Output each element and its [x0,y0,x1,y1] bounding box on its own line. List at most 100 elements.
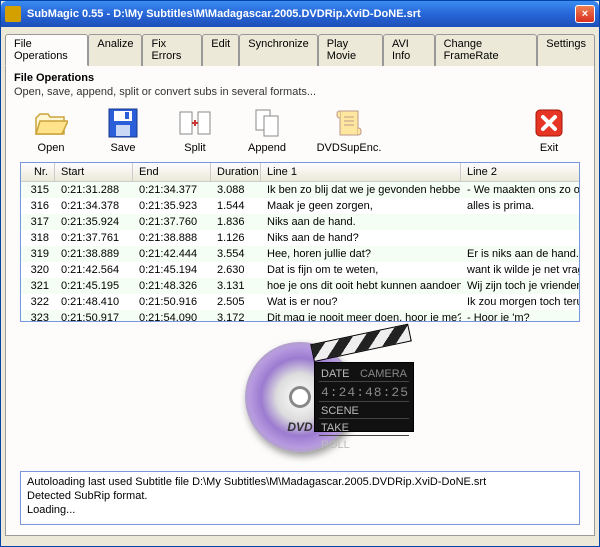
dvdsupenc-label: DVDSupEnc. [317,142,382,154]
split-label: Split [184,142,205,154]
cell-line2: Er is niks aan de hand. [461,247,580,261]
cell-duration: 2.630 [211,263,261,277]
cell-duration: 3.554 [211,247,261,261]
table-row[interactable]: 3170:21:35.9240:21:37.7601.836Niks aan d… [21,214,580,230]
log-line: Autoloading last used Subtitle file D:\M… [27,476,573,490]
save-label: Save [110,142,135,154]
table-row[interactable]: 3230:21:50.9170:21:54.0903.172Dit mag je… [21,310,580,322]
cell-nr: 322 [21,295,55,309]
cell-nr: 318 [21,231,55,245]
tab-panel: File Operations Open, save, append, spli… [5,66,595,536]
cell-line1: Maak je geen zorgen, [261,199,461,213]
cell-line1: hoe je ons dit ooit hebt kunnen aandoen? [261,279,461,293]
cell-nr: 323 [21,311,55,322]
open-label: Open [38,142,65,154]
cell-duration: 1.836 [211,215,261,229]
cell-line1: Ik ben zo blij dat we je gevonden hebben… [261,183,461,197]
table-row[interactable]: 3190:21:38.8890:21:42.4443.554Hee, horen… [21,246,580,262]
tab-edit[interactable]: Edit [202,34,239,66]
cell-line1: Wat is er nou? [261,295,461,309]
col-line2[interactable]: Line 2 [461,163,580,181]
col-start[interactable]: Start [55,163,133,181]
scroll-icon [332,106,366,140]
window-title: SubMagic 0.55 - D:\My Subtitles\M\Madaga… [27,8,575,20]
cell-end: 0:21:34.377 [133,183,211,197]
exit-icon [532,106,566,140]
log-line: Loading... [27,504,573,518]
exit-button[interactable]: Exit [524,106,574,154]
grid-header: Nr. Start End Duration Line 1 Line 2 [21,163,580,182]
tab-strip: File Operations Analize Fix Errors Edit … [5,33,595,66]
window-close-button[interactable]: × [575,5,595,23]
cell-start: 0:21:31.288 [55,183,133,197]
toolbar: Open Save Split Append DVDSupEnc. [14,98,586,160]
col-nr[interactable]: Nr. [21,163,55,181]
cell-duration: 1.544 [211,199,261,213]
cell-start: 0:21:34.378 [55,199,133,213]
cell-line2: want ik wilde je net vragen... [461,263,580,277]
cell-line2 [461,215,580,229]
panel-description: Open, save, append, split or convert sub… [14,86,586,98]
cell-duration: 3.131 [211,279,261,293]
tab-settings[interactable]: Settings [537,34,595,66]
table-row[interactable]: 3180:21:37.7610:21:38.8881.126Niks aan d… [21,230,580,246]
cell-line2: - Hoor je 'm? [461,311,580,322]
cell-line2: Ik zou morgen toch terugkomen! [461,295,580,309]
cell-duration: 2.505 [211,295,261,309]
tab-fix-errors[interactable]: Fix Errors [142,34,202,66]
cell-start: 0:21:37.761 [55,231,133,245]
cell-end: 0:21:50.916 [133,295,211,309]
tab-avi-info[interactable]: AVI Info [383,34,435,66]
cell-duration: 1.126 [211,231,261,245]
cell-nr: 316 [21,199,55,213]
cell-end: 0:21:38.888 [133,231,211,245]
cell-end: 0:21:35.923 [133,199,211,213]
append-icon [250,106,284,140]
tab-synchronize[interactable]: Synchronize [239,34,318,66]
exit-label: Exit [540,142,558,154]
cell-line2: alles is prima. [461,199,580,213]
cell-line1: Niks aan de hand. [261,215,461,229]
app-icon [5,6,21,22]
cell-line2: - We maakten ons zo ongerust. [461,183,580,197]
col-end[interactable]: End [133,163,211,181]
tab-analize[interactable]: Analize [88,34,142,66]
cell-end: 0:21:48.326 [133,279,211,293]
table-row[interactable]: 3210:21:45.1950:21:48.3263.131hoe je ons… [21,278,580,294]
table-row[interactable]: 3150:21:31.2880:21:34.3773.088Ik ben zo … [21,182,580,198]
cell-nr: 319 [21,247,55,261]
cell-nr: 317 [21,215,55,229]
cell-line1: Hee, horen jullie dat? [261,247,461,261]
tab-change-framerate[interactable]: Change FrameRate [435,34,538,66]
cell-start: 0:21:50.917 [55,311,133,322]
append-button[interactable]: Append [242,106,292,154]
table-row[interactable]: 3220:21:48.4100:21:50.9162.505Wat is er … [21,294,580,310]
table-row[interactable]: 3200:21:42.5640:21:45.1942.630Dat is fij… [21,262,580,278]
cell-nr: 315 [21,183,55,197]
cell-line2: Wij zijn toch je vrienden? [461,279,580,293]
log-output[interactable]: Autoloading last used Subtitle file D:\M… [20,471,580,525]
log-line: Detected SubRip format. [27,490,573,504]
append-label: Append [248,142,286,154]
dvdsupenc-button[interactable]: DVDSupEnc. [314,106,384,154]
save-button[interactable]: Save [98,106,148,154]
cell-start: 0:21:45.195 [55,279,133,293]
split-icon [178,106,212,140]
cell-duration: 3.172 [211,311,261,322]
tab-file-operations[interactable]: File Operations [5,34,88,66]
open-button[interactable]: Open [26,106,76,154]
clapperboard-icon: DATECAMERA 4:24:48:25 SCENE TAKE ROLL [314,344,414,434]
subtitle-grid[interactable]: Nr. Start End Duration Line 1 Line 2 315… [20,162,580,322]
cell-line1: Dat is fijn om te weten, [261,263,461,277]
split-button[interactable]: Split [170,106,220,154]
table-row[interactable]: 3160:21:34.3780:21:35.9231.544Maak je ge… [21,198,580,214]
titlebar[interactable]: SubMagic 0.55 - D:\My Subtitles\M\Madaga… [1,1,599,27]
cell-line1: Niks aan de hand? [261,231,461,245]
folder-open-icon [34,106,68,140]
col-duration[interactable]: Duration [211,163,261,181]
cell-end: 0:21:42.444 [133,247,211,261]
col-line1[interactable]: Line 1 [261,163,461,181]
cell-start: 0:21:48.410 [55,295,133,309]
grid-body[interactable]: 3150:21:31.2880:21:34.3773.088Ik ben zo … [21,182,580,322]
tab-play-movie[interactable]: Play Movie [318,34,383,66]
